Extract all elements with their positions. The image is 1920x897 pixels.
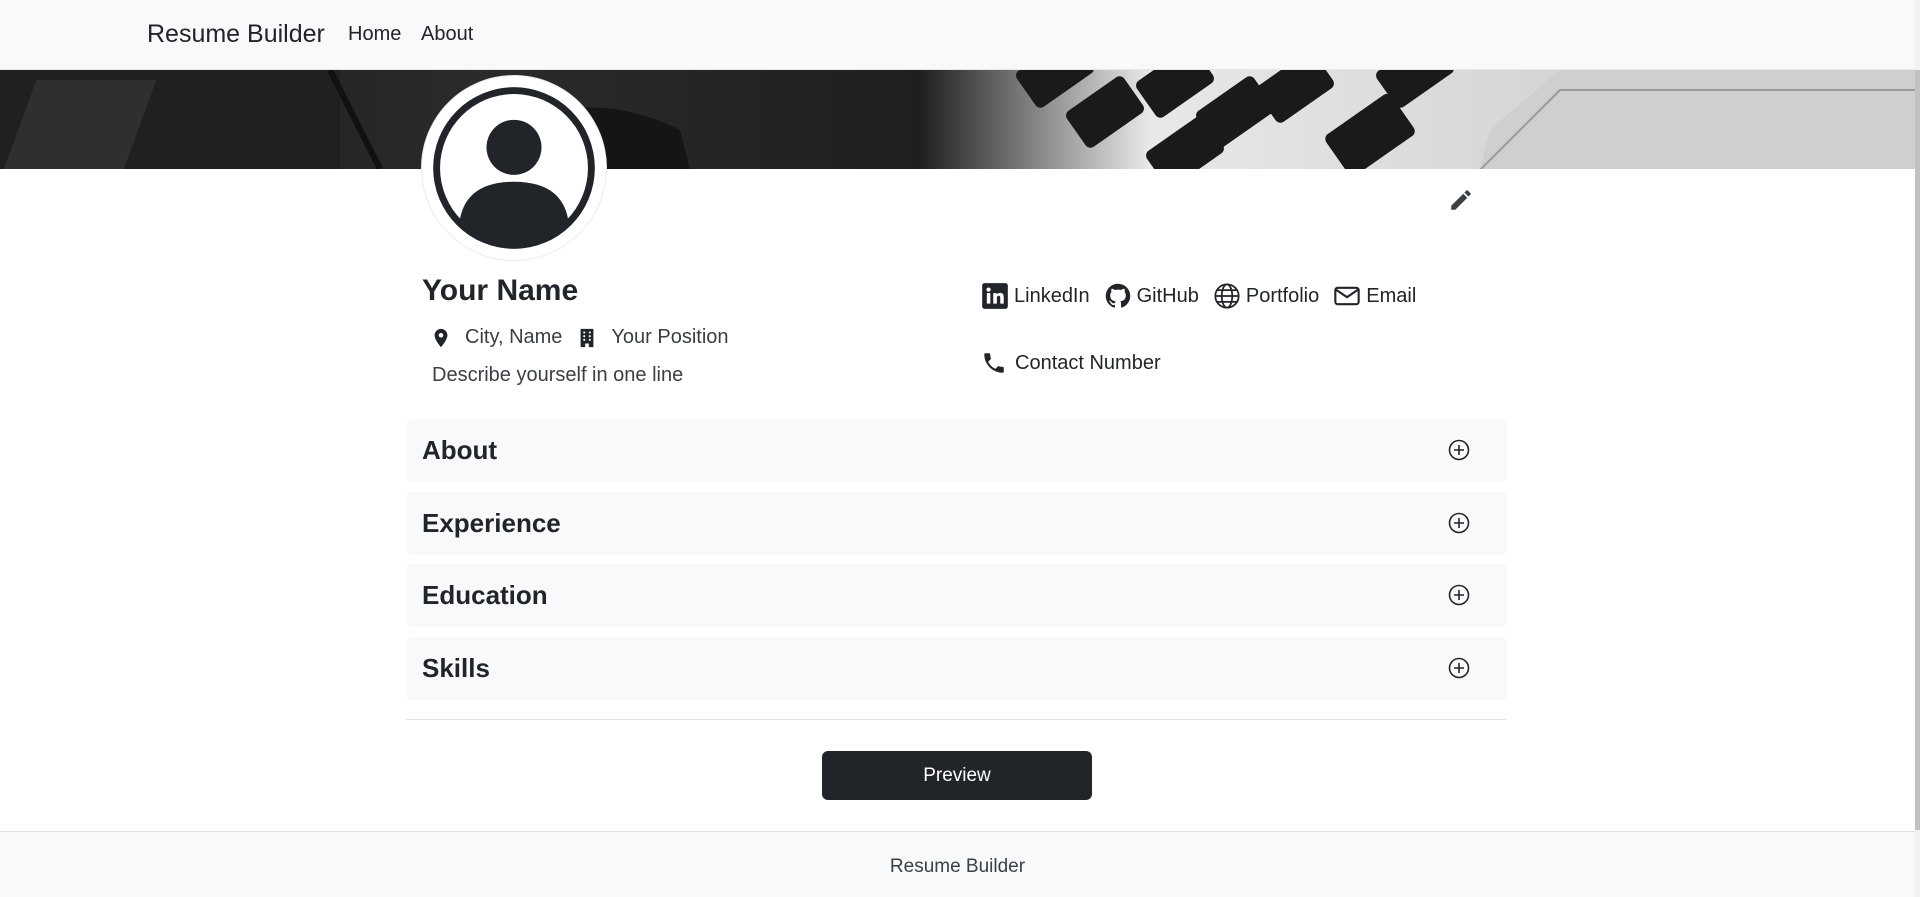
linkedin-link[interactable]: LinkedIn	[981, 282, 1090, 310]
profile-name[interactable]: Your Name	[422, 274, 578, 308]
section-education[interactable]: Education	[406, 564, 1507, 627]
page: Resume Builder Home About Your Name City…	[0, 0, 1920, 897]
section-title-experience: Experience	[422, 508, 561, 538]
footer-text: Resume Builder	[889, 856, 1026, 877]
location-pin-icon	[434, 328, 448, 347]
linkedin-label: LinkedIn	[1014, 284, 1090, 307]
profile-position[interactable]: Your Position	[611, 326, 728, 349]
envelope-icon	[1334, 286, 1360, 306]
nav-link-about[interactable]: About	[421, 23, 473, 46]
section-title-about: About	[422, 435, 498, 465]
cover-banner	[0, 70, 1915, 169]
phone-icon	[984, 353, 1004, 373]
social-links: LinkedIn GitHub Portfolio Email	[981, 282, 1430, 310]
navbar: Resume Builder Home About	[0, 0, 1915, 70]
section-title-skills: Skills	[422, 653, 490, 683]
plus-circle-icon[interactable]	[1447, 656, 1471, 680]
section-about[interactable]: About	[406, 419, 1507, 482]
section-experience[interactable]: Experience	[406, 492, 1507, 555]
plus-circle-icon[interactable]	[1447, 583, 1471, 607]
contact-number-link[interactable]: Contact Number	[981, 350, 1161, 376]
section-skills[interactable]: Skills	[406, 637, 1507, 700]
email-link[interactable]: Email	[1333, 282, 1416, 310]
linkedin-icon	[982, 283, 1008, 309]
github-label: GitHub	[1136, 284, 1199, 307]
building-icon	[581, 328, 594, 347]
portfolio-label: Portfolio	[1245, 284, 1320, 307]
laptop-keyboard-image	[0, 70, 1915, 169]
profile-avatar	[422, 76, 606, 260]
profile-meta: City, Name Your Position	[430, 326, 743, 349]
plus-circle-icon[interactable]	[1447, 438, 1471, 462]
profile-location[interactable]: City, Name	[465, 326, 562, 349]
nav-link-home[interactable]: Home	[348, 23, 401, 46]
pencil-icon	[1451, 190, 1471, 210]
contact-number-label: Contact Number	[1015, 351, 1161, 374]
preview-button[interactable]: Preview	[822, 751, 1092, 800]
footer: Resume Builder	[0, 831, 1915, 897]
github-link[interactable]: GitHub	[1104, 282, 1199, 310]
scrollbar[interactable]	[1915, 0, 1920, 897]
edit-profile-button[interactable]	[1448, 187, 1474, 213]
section-title-education: Education	[422, 580, 548, 610]
github-icon	[1105, 283, 1130, 308]
divider	[406, 719, 1507, 720]
brand-link[interactable]: Resume Builder	[147, 20, 325, 49]
profile-tagline[interactable]: Describe yourself in one line	[432, 364, 683, 387]
globe-icon	[1214, 283, 1240, 309]
email-label: Email	[1366, 284, 1417, 307]
plus-circle-icon[interactable]	[1447, 511, 1471, 535]
user-avatar-icon	[433, 87, 595, 249]
scrollbar-thumb[interactable]	[1915, 70, 1920, 830]
portfolio-link[interactable]: Portfolio	[1213, 282, 1319, 310]
